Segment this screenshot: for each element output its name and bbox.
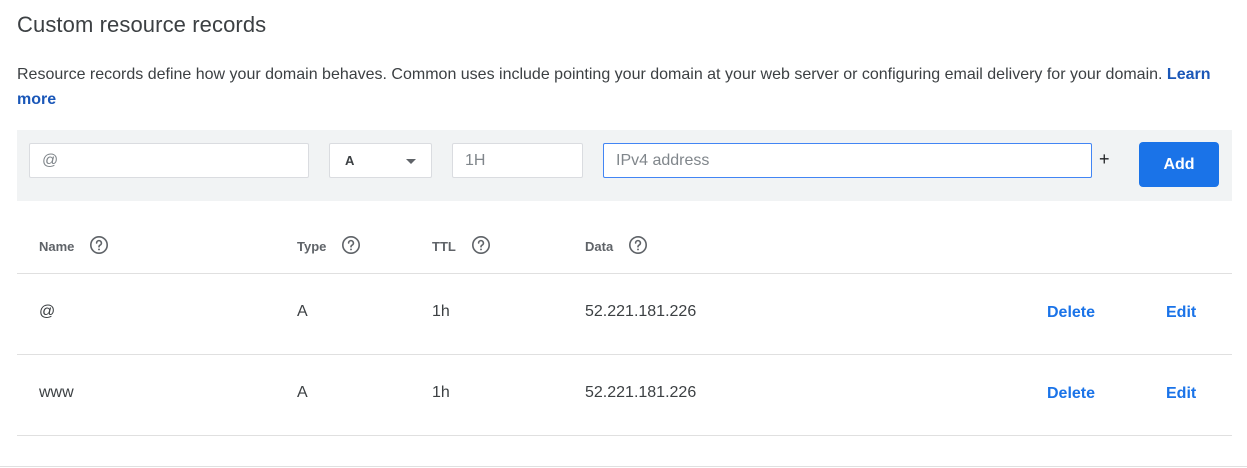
record-type-value: A [345,153,355,168]
record-ttl-input[interactable] [452,143,583,178]
table-row: @ A 1h 52.221.181.226 Delete Edit [17,274,1232,355]
record-ttl: 1h [432,384,450,401]
help-circle-icon[interactable] [341,235,361,255]
record-name: www [39,384,74,401]
help-circle-icon[interactable] [89,235,109,255]
delete-record-button[interactable]: Delete [1047,385,1095,403]
section-description: Resource records define how your domain … [17,62,1217,112]
record-type: A [297,303,308,320]
record-data-input[interactable] [603,143,1092,178]
delete-record-button[interactable]: Delete [1047,304,1095,322]
table-header: Name Type TTL Data [17,217,1232,274]
record-name-input[interactable] [29,143,309,178]
add-data-plus-button[interactable]: + [1099,149,1110,170]
record-data: 52.221.181.226 [585,384,697,401]
records-table: Name Type TTL Data @ A 1h 52.221.181.226… [17,217,1232,436]
record-type-select[interactable]: A [329,143,432,178]
add-record-bar: A + Add [17,130,1232,201]
header-type-label: Type [297,238,327,254]
record-ttl: 1h [432,303,450,320]
record-type: A [297,384,308,401]
record-data: 52.221.181.226 [585,303,697,320]
help-circle-icon[interactable] [471,235,491,255]
add-record-button[interactable]: Add [1139,142,1219,187]
header-ttl-label: TTL [432,238,456,254]
chevron-down-icon [406,159,416,164]
header-data-label: Data [585,238,614,254]
bottom-divider [0,466,1247,467]
header-type: Type [297,235,361,255]
section-title: Custom resource records [17,12,267,37]
header-ttl: TTL [432,235,491,255]
header-name-label: Name [39,238,75,254]
header-data: Data [585,235,648,255]
description-text: Resource records define how your domain … [17,66,1163,83]
table-row: www A 1h 52.221.181.226 Delete Edit [17,355,1232,436]
record-name: @ [39,303,56,320]
custom-records-page: Custom resource records Resource records… [0,0,1247,468]
edit-record-button[interactable]: Edit [1166,385,1196,403]
help-circle-icon[interactable] [628,235,648,255]
header-name: Name [39,235,109,255]
edit-record-button[interactable]: Edit [1166,304,1196,322]
